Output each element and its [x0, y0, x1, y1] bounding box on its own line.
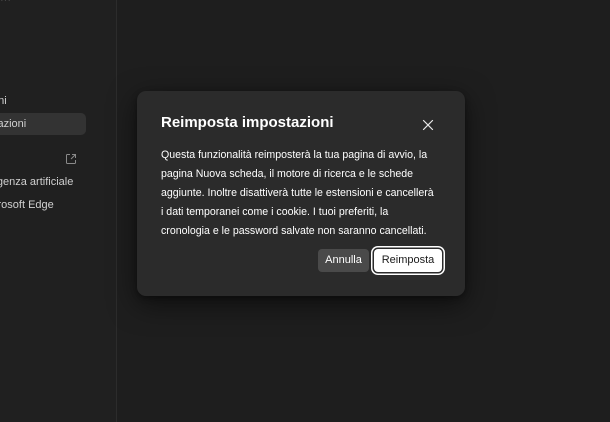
- description-line: Questa funzionalità reimposterà la tua p…: [161, 149, 428, 161]
- description-line: cronologia e le password salvate non sar…: [161, 225, 427, 237]
- external-link-icon[interactable]: [65, 153, 77, 165]
- reset-settings-dialog: Reimposta impostazioni Questa funzionali…: [137, 91, 465, 296]
- sidebar-item-label: oni: [0, 95, 7, 107]
- sidebar-item-ai[interactable]: ligenza artificiale: [0, 171, 86, 193]
- sidebar: ··· oni zazioni ligenza artificiale cros…: [0, 0, 117, 422]
- description-line: aggiunte. Inoltre disattiverà tutte le e…: [161, 187, 434, 199]
- settings-page: ··· oni zazioni ligenza artificiale cros…: [0, 0, 610, 422]
- description-line: i dati temporanei come i cookie. I tuoi …: [161, 206, 389, 218]
- sidebar-item-label: ligenza artificiale: [0, 176, 74, 188]
- reset-button[interactable]: Reimposta: [374, 249, 442, 272]
- sidebar-item-label: crosoft Edge: [0, 199, 54, 211]
- sidebar-item-label: zazioni: [0, 118, 27, 130]
- cancel-button[interactable]: Annulla: [318, 249, 369, 272]
- close-icon[interactable]: [420, 117, 436, 133]
- dialog-description: Questa funzionalità reimposterà la tua p…: [161, 146, 444, 241]
- sidebar-item-about-edge[interactable]: crosoft Edge: [0, 194, 86, 216]
- sidebar-item-reset-settings[interactable]: zazioni: [0, 113, 86, 135]
- dialog-title: Reimposta impostazioni: [161, 114, 334, 131]
- sidebar-top-fragment: ···: [0, 0, 80, 2]
- description-line: pagina Nuova scheda, il motore di ricerc…: [161, 168, 414, 180]
- sidebar-item-appearance[interactable]: oni: [0, 90, 86, 112]
